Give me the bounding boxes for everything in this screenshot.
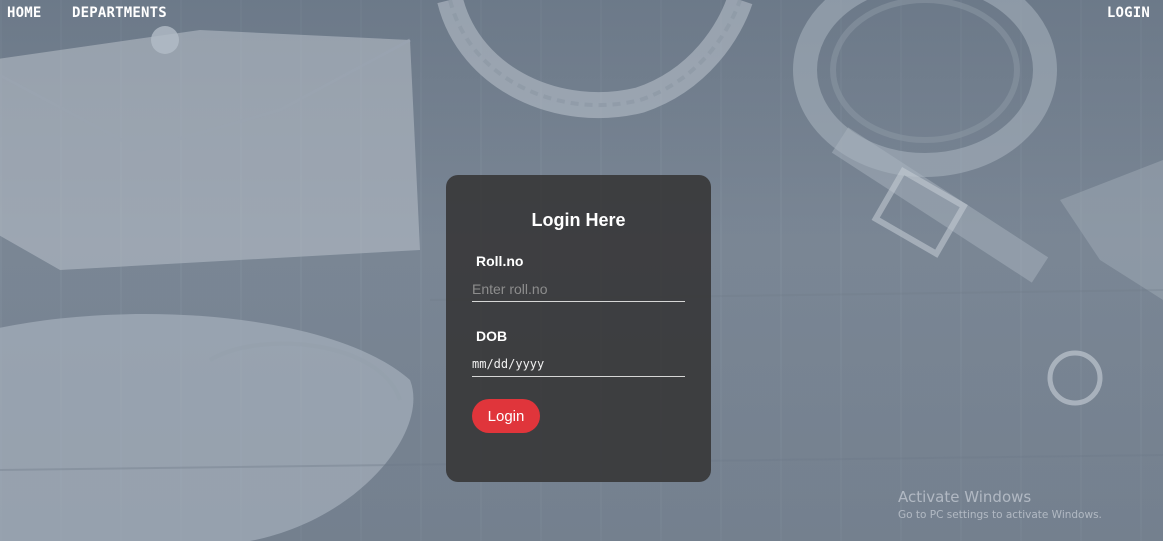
windows-activation-watermark: Activate Windows Go to PC settings to ac… <box>898 488 1102 521</box>
nav-departments-link[interactable]: DEPARTMENTS <box>72 5 167 21</box>
watermark-title: Activate Windows <box>898 488 1032 506</box>
dob-input[interactable] <box>472 352 685 377</box>
login-card: Login Here Roll.no DOB Login <box>446 175 711 482</box>
rollno-input[interactable] <box>472 277 685 302</box>
login-title: Login Here <box>531 210 626 230</box>
nav-home-link[interactable]: HOME <box>7 5 42 21</box>
rollno-label: Roll.no <box>476 253 524 269</box>
login-button[interactable]: Login <box>472 399 540 433</box>
dob-label: DOB <box>476 328 508 344</box>
nav-login-link[interactable]: LOGIN <box>1107 5 1150 21</box>
watermark-subtitle: Go to PC settings to activate Windows. <box>898 509 1102 521</box>
top-nav: HOME DEPARTMENTS LOGIN <box>0 0 1163 28</box>
